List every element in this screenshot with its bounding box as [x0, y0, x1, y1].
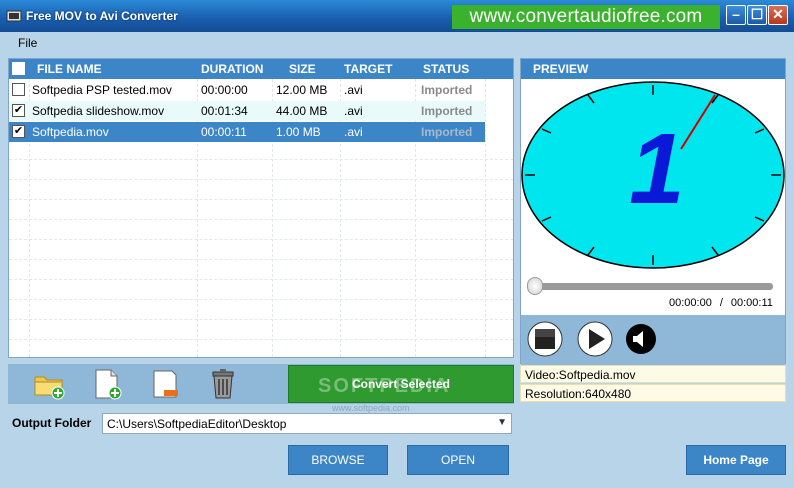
browse-button[interactable]: BROWSE [288, 445, 388, 475]
grid-line [9, 339, 513, 340]
grid-line [9, 299, 513, 300]
stop-icon[interactable] [527, 321, 563, 357]
grid-header: FILE NAME DURATION SIZE TARGET STATUS [9, 59, 513, 79]
seek-track[interactable] [533, 283, 773, 290]
table-row-selected[interactable]: ✔ Softpedia.mov 00:00:11 1.00 MB .avi Im… [9, 122, 485, 142]
play-icon[interactable] [577, 321, 613, 357]
row-checkbox[interactable]: ✔ [12, 125, 25, 138]
window-title: Free MOV to Avi Converter [26, 9, 178, 23]
title-bar: Free MOV to Avi Converter www.convertaud… [0, 0, 794, 32]
grid-line [9, 239, 513, 240]
preview-title: PREVIEW [521, 59, 785, 79]
output-folder-select[interactable]: C:\Users\SoftpediaEditor\Desktop ▼ [102, 413, 512, 434]
speaker-icon[interactable] [625, 323, 657, 355]
cell-size: 1.00 MB [276, 125, 321, 139]
file-add-icon[interactable] [90, 367, 124, 401]
cell-size: 44.00 MB [276, 104, 328, 118]
grid-line [9, 319, 513, 320]
grid-line [9, 219, 513, 220]
total-time: 00:00:11 [730, 297, 773, 309]
grid-line [9, 159, 513, 160]
cell-target: .avi [344, 83, 363, 97]
promo-link[interactable]: www.convertaudiofree.com [452, 5, 720, 29]
preview-panel: PREVIEW 1 00:00:00 / 00:00:11 [520, 58, 786, 365]
current-time: 00:00:00 [669, 297, 712, 309]
grid-line [9, 179, 513, 180]
grid-line [9, 279, 513, 280]
minimize-button[interactable]: – [726, 5, 746, 25]
playback-controls [521, 315, 785, 365]
file-remove-icon[interactable] [148, 367, 182, 401]
watermark-url: www.softpedia.com [332, 403, 410, 413]
cell-size: 12.00 MB [276, 83, 328, 97]
chevron-down-icon[interactable]: ▼ [497, 417, 507, 428]
header-duration[interactable]: DURATION [201, 62, 263, 76]
cell-target: .avi [344, 125, 363, 139]
time-readout: 00:00:00 / 00:00:11 [665, 297, 777, 309]
watermark: SOFTPEDIA [318, 375, 451, 397]
cell-target: .avi [344, 104, 363, 118]
header-status[interactable]: STATUS [423, 62, 469, 76]
cell-status: Imported [421, 83, 473, 97]
video-name-info: Video:Softpedia.mov [520, 365, 786, 383]
cell-status: Imported [421, 125, 473, 139]
header-size[interactable]: SIZE [289, 62, 316, 76]
cell-duration: 00:00:11 [201, 125, 247, 139]
open-button[interactable]: OPEN [407, 445, 509, 475]
cell-file-name: Softpedia slideshow.mov [32, 104, 165, 118]
grid-line [9, 259, 513, 260]
film-icon [6, 10, 22, 22]
maximize-button[interactable]: ☐ [747, 5, 767, 25]
close-button[interactable]: ✕ [768, 5, 788, 25]
folder-add-icon[interactable] [32, 367, 66, 401]
cell-duration: 00:01:34 [201, 104, 248, 118]
table-row[interactable]: ✔ Softpedia slideshow.mov 00:01:34 44.00… [9, 101, 485, 121]
table-row[interactable]: Softpedia PSP tested.mov 00:00:00 12.00 … [9, 80, 485, 100]
row-checkbox[interactable] [12, 83, 25, 96]
cell-status: Imported [421, 104, 473, 118]
row-checkbox[interactable]: ✔ [12, 104, 25, 117]
clock-digit: 1 [629, 113, 685, 225]
output-folder-label: Output Folder [12, 416, 92, 430]
grid-line [9, 199, 513, 200]
cell-duration: 00:00:00 [201, 83, 248, 97]
grid-line [485, 79, 486, 357]
seek-slider-handle[interactable] [527, 277, 543, 295]
home-page-button[interactable]: Home Page [686, 445, 786, 475]
cell-file-name: Softpedia PSP tested.mov [32, 83, 172, 97]
menu-file[interactable]: File [18, 36, 37, 50]
cell-file-name: Softpedia.mov [32, 125, 109, 139]
resolution-info: Resolution:640x480 [520, 384, 786, 402]
time-separator: / [719, 297, 723, 309]
preview-video-frame: 1 [521, 81, 785, 269]
trash-icon[interactable] [206, 367, 240, 401]
header-file-name[interactable]: FILE NAME [37, 62, 102, 76]
header-target[interactable]: TARGET [344, 62, 392, 76]
select-all-checkbox[interactable] [12, 62, 25, 75]
output-folder-path: C:\Users\SoftpediaEditor\Desktop [107, 417, 287, 431]
file-grid: FILE NAME DURATION SIZE TARGET STATUS So… [8, 58, 514, 358]
menu-bar: File [0, 32, 794, 54]
